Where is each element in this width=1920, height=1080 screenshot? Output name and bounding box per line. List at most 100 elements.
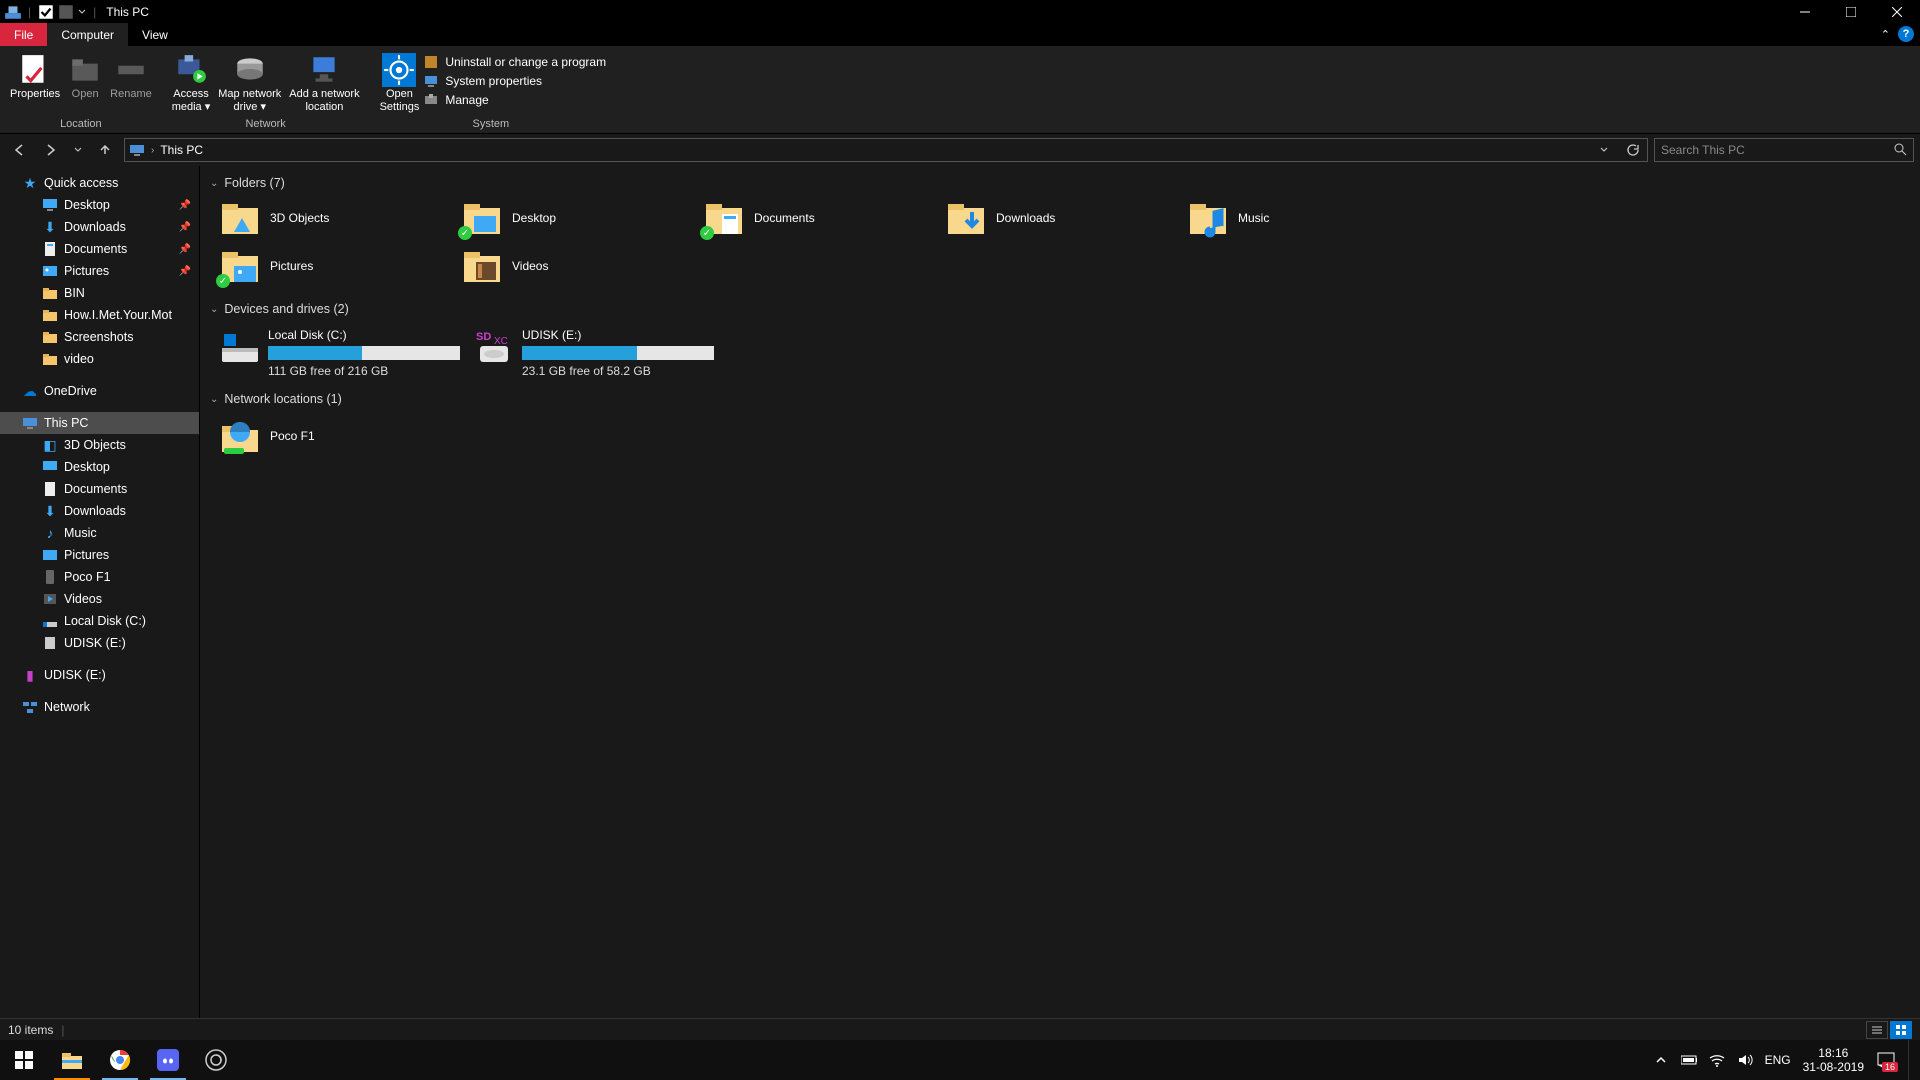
folder-videos[interactable]: Videos	[462, 246, 704, 286]
drive-free: 23.1 GB free of 58.2 GB	[522, 364, 714, 378]
capacity-bar	[522, 346, 714, 360]
nav-forward-button[interactable]	[38, 137, 64, 163]
open-button[interactable]: Open	[64, 50, 106, 101]
documents-icon	[42, 481, 58, 497]
folder-icon: ✓	[462, 198, 502, 238]
open-settings-button[interactable]: Open Settings	[376, 50, 424, 114]
qat-properties-icon[interactable]	[37, 3, 55, 21]
rename-button[interactable]: Rename	[106, 50, 156, 101]
pin-icon: 📌	[179, 222, 191, 233]
navigation-tree: ★Quick access Desktop📌 ⬇Downloads📌 Docum…	[0, 166, 200, 1018]
minimize-button[interactable]	[1782, 0, 1828, 23]
tree-videos[interactable]: Videos	[0, 588, 199, 610]
wifi-icon[interactable]	[1709, 1052, 1725, 1068]
folder-3d-objects[interactable]: 3D Objects	[220, 198, 462, 238]
group-header-network[interactable]: ⌄Network locations (1)	[210, 388, 1910, 410]
tree-himym[interactable]: How.I.Met.Your.Mot	[0, 304, 199, 326]
address-dropdown-icon[interactable]	[1593, 145, 1615, 155]
breadcrumb[interactable]: This PC	[160, 143, 203, 157]
task-discord[interactable]	[144, 1040, 192, 1080]
qat-dropdown-icon[interactable]	[77, 3, 87, 21]
tree-desktop[interactable]: Desktop📌	[0, 194, 199, 216]
folder-icon	[42, 307, 58, 323]
tree-desktop2[interactable]: Desktop	[0, 456, 199, 478]
tree-quick-access[interactable]: ★Quick access	[0, 172, 199, 194]
tree-udisk[interactable]: UDISK (E:)	[0, 632, 199, 654]
show-desktop-button[interactable]	[1908, 1040, 1914, 1080]
tab-computer[interactable]: Computer	[47, 23, 128, 46]
tree-pictures2[interactable]: Pictures	[0, 544, 199, 566]
folder-documents[interactable]: ✓Documents	[704, 198, 946, 238]
tree-network[interactable]: Network	[0, 696, 199, 718]
maximize-button[interactable]	[1828, 0, 1874, 23]
sync-check-icon: ✓	[458, 226, 472, 240]
tree-local-disk[interactable]: Local Disk (C:)	[0, 610, 199, 632]
tree-bin[interactable]: BIN	[0, 282, 199, 304]
tray-clock[interactable]: 18:16 31-08-2019	[1803, 1046, 1864, 1074]
tree-3d-objects[interactable]: ◧3D Objects	[0, 434, 199, 456]
tree-udisk-root[interactable]: ▮UDISK (E:)	[0, 664, 199, 686]
group-header-folders[interactable]: ⌄Folders (7)	[210, 172, 1910, 194]
volume-icon[interactable]	[1737, 1052, 1753, 1068]
sd-card-icon: SDXC	[474, 326, 514, 366]
tree-pocof1[interactable]: Poco F1	[0, 566, 199, 588]
sd-icon	[42, 635, 58, 651]
drive-e[interactable]: SDXC UDISK (E:) 23.1 GB free of 58.2 GB	[474, 326, 714, 378]
ribbon-collapse-icon[interactable]: ⌃	[1881, 28, 1890, 41]
folder-music[interactable]: Music	[1188, 198, 1430, 238]
pin-icon: 📌	[179, 244, 191, 255]
music-icon: ♪	[42, 525, 58, 541]
folder-desktop[interactable]: ✓Desktop	[462, 198, 704, 238]
close-button[interactable]	[1874, 0, 1920, 23]
network-icon	[22, 699, 38, 715]
task-file-explorer[interactable]	[48, 1040, 96, 1080]
netloc-poco-f1[interactable]: Poco F1	[220, 416, 315, 456]
tab-file[interactable]: File	[0, 23, 47, 46]
tree-downloads2[interactable]: ⬇Downloads	[0, 500, 199, 522]
tray-overflow-icon[interactable]	[1653, 1052, 1669, 1068]
qat-newfolder-icon[interactable]	[57, 3, 75, 21]
tree-documents[interactable]: Documents📌	[0, 238, 199, 260]
app-icon	[4, 3, 22, 21]
address-row: › This PC Search This PC	[0, 134, 1920, 166]
folder-pictures[interactable]: ✓Pictures	[220, 246, 462, 286]
notification-badge: 16	[1882, 1062, 1898, 1072]
tree-pictures[interactable]: Pictures📌	[0, 260, 199, 282]
view-tiles-button[interactable]	[1890, 1021, 1912, 1039]
map-drive-button[interactable]: Map network drive ▾	[214, 50, 285, 114]
tree-screenshots[interactable]: Screenshots	[0, 326, 199, 348]
tab-view[interactable]: View	[128, 23, 182, 46]
tree-documents2[interactable]: Documents	[0, 478, 199, 500]
battery-icon[interactable]	[1681, 1052, 1697, 1068]
tree-downloads[interactable]: ⬇Downloads📌	[0, 216, 199, 238]
system-properties-button[interactable]: System properties	[423, 73, 606, 89]
tray-language[interactable]: ENG	[1765, 1053, 1791, 1067]
tree-onedrive[interactable]: ☁OneDrive	[0, 380, 199, 402]
refresh-button[interactable]	[1621, 143, 1643, 157]
nav-up-button[interactable]	[92, 137, 118, 163]
manage-button[interactable]: Manage	[423, 92, 606, 108]
task-obs[interactable]	[192, 1040, 240, 1080]
nav-recent-button[interactable]	[70, 137, 86, 163]
uninstall-button[interactable]: Uninstall or change a program	[423, 54, 606, 70]
nav-back-button[interactable]	[6, 137, 32, 163]
help-icon[interactable]: ?	[1898, 26, 1914, 42]
search-input[interactable]: Search This PC	[1654, 138, 1914, 162]
view-details-button[interactable]	[1866, 1021, 1888, 1039]
chevron-down-icon: ⌄	[210, 178, 218, 189]
group-header-drives[interactable]: ⌄Devices and drives (2)	[210, 298, 1910, 320]
start-button[interactable]	[0, 1040, 48, 1080]
tree-this-pc[interactable]: This PC	[0, 412, 199, 434]
tree-video[interactable]: video	[0, 348, 199, 370]
chevron-down-icon: ⌄	[210, 394, 218, 405]
drive-name: Local Disk (C:)	[268, 328, 460, 342]
folder-downloads[interactable]: Downloads	[946, 198, 1188, 238]
add-network-location-button[interactable]: Add a network location	[285, 50, 363, 114]
properties-button[interactable]: Properties	[6, 50, 64, 101]
tree-music[interactable]: ♪Music	[0, 522, 199, 544]
task-chrome[interactable]	[96, 1040, 144, 1080]
address-bar[interactable]: › This PC	[124, 138, 1648, 162]
action-center-button[interactable]: 16	[1876, 1050, 1896, 1070]
access-media-button[interactable]: Access media ▾	[168, 50, 215, 114]
drive-c[interactable]: Local Disk (C:) 111 GB free of 216 GB	[220, 326, 460, 378]
